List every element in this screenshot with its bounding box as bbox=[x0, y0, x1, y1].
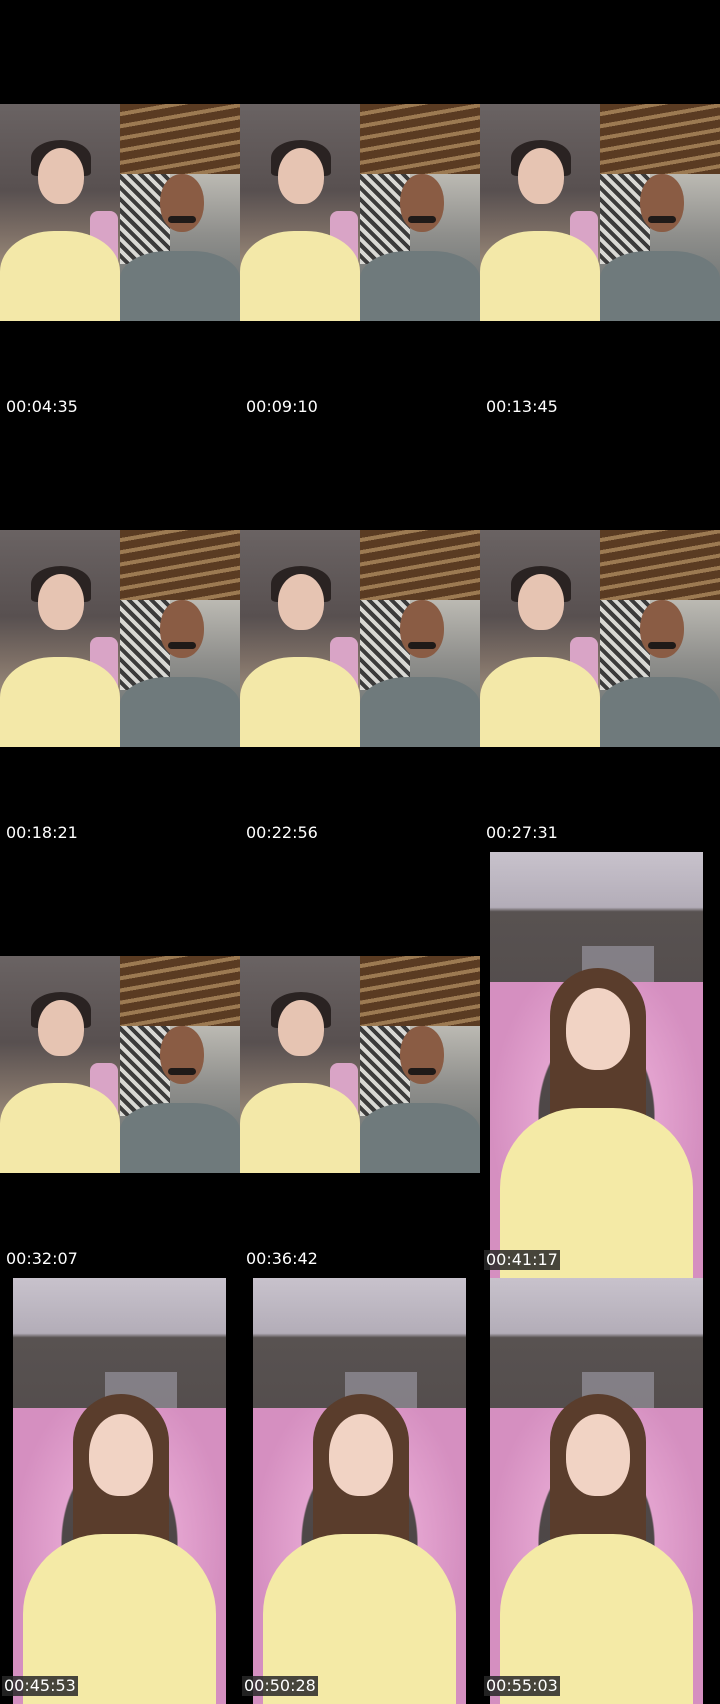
video-frame bbox=[240, 104, 480, 321]
thumbnail-5[interactable]: 00:22:56 bbox=[240, 426, 480, 852]
video-frame bbox=[0, 530, 240, 747]
video-frame bbox=[0, 956, 240, 1173]
thumbnail-10[interactable]: 00:45:53 bbox=[0, 1278, 240, 1704]
timestamp-label: 00:22:56 bbox=[246, 823, 318, 842]
man-pane bbox=[600, 104, 720, 321]
man-pane bbox=[120, 104, 240, 321]
video-frame bbox=[253, 1278, 466, 1704]
video-frame bbox=[240, 956, 480, 1173]
portrait-image bbox=[13, 1278, 226, 1704]
thumbnail-4[interactable]: 00:18:21 bbox=[0, 426, 240, 852]
video-frame bbox=[480, 104, 720, 321]
woman-pane bbox=[240, 956, 360, 1173]
timestamp-label: 00:27:31 bbox=[486, 823, 558, 842]
video-frame bbox=[480, 530, 720, 747]
woman-pane bbox=[0, 104, 120, 321]
woman-pane bbox=[0, 530, 120, 747]
video-frame bbox=[490, 1278, 703, 1704]
timestamp-label: 00:45:53 bbox=[2, 1676, 78, 1696]
man-pane bbox=[360, 530, 480, 747]
man-pane bbox=[360, 956, 480, 1173]
woman-pane bbox=[240, 104, 360, 321]
portrait-image bbox=[253, 1278, 466, 1704]
timestamp-label: 00:18:21 bbox=[6, 823, 78, 842]
man-pane bbox=[360, 104, 480, 321]
man-pane bbox=[120, 956, 240, 1173]
timestamp-label: 00:32:07 bbox=[6, 1249, 78, 1268]
man-pane bbox=[120, 530, 240, 747]
timestamp-label: 00:41:17 bbox=[484, 1250, 560, 1270]
woman-pane bbox=[240, 530, 360, 747]
portrait-image bbox=[490, 852, 703, 1278]
portrait-image bbox=[490, 1278, 703, 1704]
thumbnail-8[interactable]: 00:36:42 bbox=[240, 852, 480, 1278]
video-frame bbox=[13, 1278, 226, 1704]
thumbnail-11[interactable]: 00:50:28 bbox=[240, 1278, 480, 1704]
video-frame bbox=[240, 530, 480, 747]
timestamp-label: 00:13:45 bbox=[486, 397, 558, 416]
thumbnail-6[interactable]: 00:27:31 bbox=[480, 426, 720, 852]
thumbnail-1[interactable]: 00:04:35 bbox=[0, 0, 240, 426]
thumbnail-12[interactable]: 00:55:03 bbox=[480, 1278, 720, 1704]
timestamp-label: 00:55:03 bbox=[484, 1676, 560, 1696]
video-frame bbox=[0, 104, 240, 321]
timestamp-label: 00:50:28 bbox=[242, 1676, 318, 1696]
woman-pane bbox=[0, 956, 120, 1173]
timestamp-label: 00:04:35 bbox=[6, 397, 78, 416]
timestamp-label: 00:09:10 bbox=[246, 397, 318, 416]
video-frame bbox=[490, 852, 703, 1278]
thumbnail-9[interactable]: 00:41:17 bbox=[480, 852, 720, 1278]
thumbnail-2[interactable]: 00:09:10 bbox=[240, 0, 480, 426]
thumbnail-3[interactable]: 00:13:45 bbox=[480, 0, 720, 426]
thumbnail-7[interactable]: 00:32:07 bbox=[0, 852, 240, 1278]
woman-pane bbox=[480, 530, 600, 747]
woman-pane bbox=[480, 104, 600, 321]
man-pane bbox=[600, 530, 720, 747]
timestamp-label: 00:36:42 bbox=[246, 1249, 318, 1268]
